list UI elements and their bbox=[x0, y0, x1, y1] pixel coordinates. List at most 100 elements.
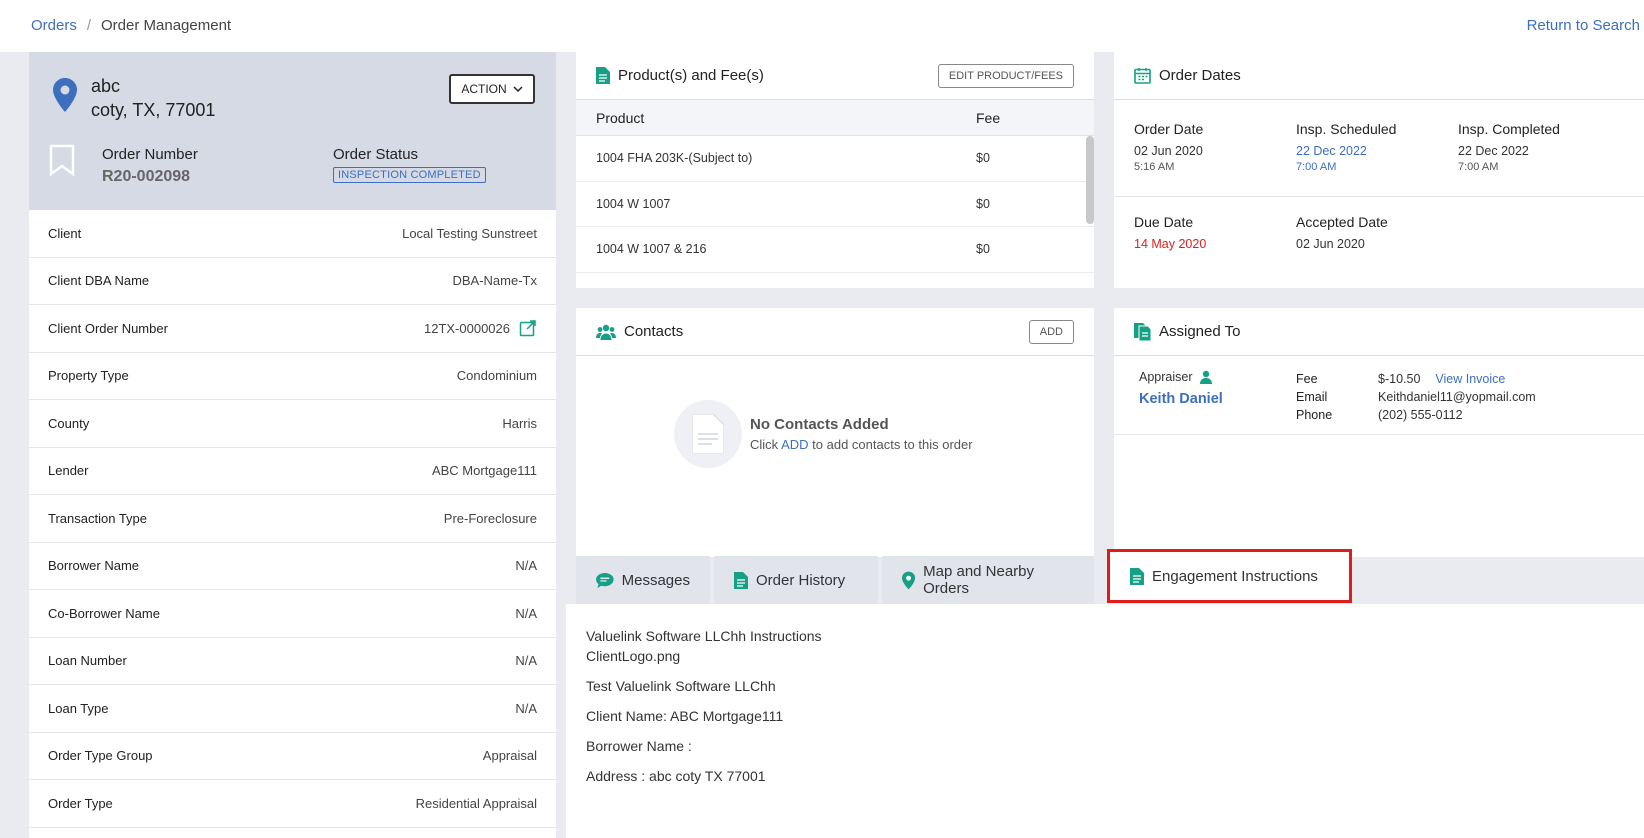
order-status-badge: INSPECTION COMPLETED bbox=[333, 167, 486, 183]
insp-scheduled-group: Insp. Scheduled 22 Dec 2022 7:00 AM bbox=[1296, 121, 1396, 173]
appraiser-name-link[interactable]: Keith Daniel bbox=[1139, 391, 1223, 407]
property-header: abc coty, TX, 77001 ACTION Order Number … bbox=[29, 52, 556, 210]
insp-scheduled-date-link[interactable]: 22 Dec 2022 bbox=[1296, 144, 1396, 158]
contacts-header: Contacts ADD bbox=[576, 308, 1094, 356]
due-date-value: 14 May 2020 bbox=[1134, 237, 1207, 251]
empty-document-icon bbox=[674, 400, 742, 468]
address-line-2: coty, TX, 77001 bbox=[91, 100, 216, 120]
action-dropdown-button[interactable]: ACTION bbox=[449, 74, 535, 104]
phone-value: (202) 555-0112 bbox=[1378, 408, 1463, 422]
divider bbox=[1114, 434, 1644, 435]
phone-label: Phone bbox=[1296, 408, 1333, 422]
document-icon bbox=[1130, 567, 1144, 585]
assigned-to-header: Assigned To bbox=[1114, 308, 1644, 356]
external-link-icon[interactable] bbox=[519, 319, 537, 337]
accepted-date-group: Accepted Date 02 Jun 2020 bbox=[1296, 214, 1388, 251]
detail-value: Appraisal bbox=[482, 748, 537, 764]
return-to-search-link[interactable]: Return to Search bbox=[1527, 17, 1640, 34]
assigned-values: $-10.50 View Invoice Keithdaniel11@yopmai… bbox=[1378, 370, 1536, 424]
order-number-label: Order Number bbox=[102, 146, 198, 163]
tab-order-history[interactable]: Order History bbox=[714, 556, 878, 604]
detail-label: Loan Number bbox=[48, 653, 127, 669]
detail-label: Client DBA Name bbox=[48, 273, 150, 289]
products-table-header: Product Fee bbox=[576, 100, 1094, 136]
email-value: Keithdaniel11@yopmail.com bbox=[1378, 390, 1536, 404]
chat-bubble-icon bbox=[596, 572, 614, 588]
detail-label: Borrower Name bbox=[48, 558, 140, 574]
fee-value: $-10.50 bbox=[1378, 372, 1421, 386]
detail-row-lender: Lender ABC Mortgage111 bbox=[29, 448, 556, 495]
view-invoice-link[interactable]: View Invoice bbox=[1435, 372, 1505, 386]
appraiser-role: Appraiser bbox=[1139, 370, 1213, 384]
insp-completed-label: Insp. Completed bbox=[1458, 121, 1560, 137]
detail-label: Property Type bbox=[48, 368, 129, 384]
detail-row-property-type: Property Type Condominium bbox=[29, 353, 556, 400]
detail-row-order-type: Order Type Residential Appraisal bbox=[29, 780, 556, 828]
engagement-instructions-content: Valuelink Software LLChh Instructions Cl… bbox=[566, 604, 1644, 838]
tab-messages[interactable]: Messages bbox=[576, 556, 710, 604]
address-line-1: abc bbox=[91, 76, 121, 96]
edit-product-fees-button[interactable]: EDIT PRODUCT/FEES bbox=[937, 64, 1074, 88]
add-contact-link[interactable]: ADD bbox=[781, 437, 808, 452]
product-name: 1004 W 1007 bbox=[596, 196, 671, 211]
detail-value: 12TX-0000026 bbox=[423, 320, 510, 336]
detail-value: N/A bbox=[515, 605, 537, 621]
detail-value: Harris bbox=[502, 415, 537, 431]
role-label: Appraiser bbox=[1139, 370, 1193, 384]
detail-row-order-type-group: Order Type Group Appraisal bbox=[29, 733, 556, 780]
breadcrumb-orders-link[interactable]: Orders bbox=[31, 17, 77, 34]
top-bar: Orders / Order Management Return to Search bbox=[0, 0, 1644, 52]
tab-engagement-instructions[interactable]: Engagement Instructions bbox=[1107, 549, 1352, 603]
products-title: Product(s) and Fee(s) bbox=[618, 67, 764, 84]
detail-value: Residential Appraisal bbox=[415, 795, 537, 811]
detail-value: N/A bbox=[515, 653, 537, 669]
detail-value: N/A bbox=[515, 558, 537, 574]
detail-row-client-dba: Client DBA Name DBA-Name-Tx bbox=[29, 258, 556, 305]
product-name: 1004 FHA 203K-(Subject to) bbox=[596, 151, 753, 166]
detail-value: N/A bbox=[515, 700, 537, 716]
tab-label: Messages bbox=[621, 571, 690, 589]
location-pin-icon bbox=[53, 78, 77, 112]
detail-label: Order Type bbox=[48, 795, 113, 811]
assigned-to-card: Assigned To Appraiser Keith Daniel Fee E… bbox=[1114, 308, 1644, 557]
insp-completed-time: 7:00 AM bbox=[1458, 161, 1499, 173]
tab-map-nearby-orders[interactable]: Map and Nearby Orders bbox=[882, 556, 1094, 604]
due-date-group: Due Date 14 May 2020 bbox=[1134, 214, 1206, 251]
order-details-list: Client Local Testing Sunstreet Client DBA… bbox=[29, 210, 556, 828]
calendar-icon bbox=[1134, 68, 1151, 84]
product-name: 1004 W 1007 & 216 bbox=[596, 242, 707, 257]
detail-row-client: Client Local Testing Sunstreet bbox=[29, 210, 556, 258]
tab-label: Engagement Instructions bbox=[1152, 567, 1318, 585]
document-icon bbox=[596, 67, 610, 84]
add-contact-button[interactable]: ADD bbox=[1028, 320, 1074, 344]
products-scrollbar[interactable] bbox=[1086, 136, 1094, 224]
products-card: Product(s) and Fee(s) EDIT PRODUCT/FEES … bbox=[576, 52, 1094, 288]
detail-row-co-borrower-name: Co-Borrower Name N/A bbox=[29, 590, 556, 638]
detail-label: Co-Borrower Name bbox=[48, 605, 160, 621]
detail-value: ABC Mortgage111 bbox=[431, 463, 537, 479]
detail-label: County bbox=[48, 415, 90, 431]
bookmark-icon[interactable] bbox=[49, 144, 75, 176]
contacts-card: Contacts ADD No Contacts Added Click ADD… bbox=[576, 308, 1094, 557]
documents-icon bbox=[1134, 322, 1151, 341]
empty-pre-text: Click bbox=[750, 437, 779, 452]
order-time-value: 5:16 AM bbox=[1134, 161, 1175, 173]
detail-row-client-order-number: Client Order Number 12TX-0000026 bbox=[29, 305, 556, 353]
email-label: Email bbox=[1296, 390, 1328, 404]
detail-row-transaction-type: Transaction Type Pre-Foreclosure bbox=[29, 495, 556, 543]
instruction-line: Address : abc coty TX 77001 bbox=[586, 768, 766, 784]
instruction-line: Test Valuelink Software LLChh bbox=[586, 678, 776, 694]
col-product: Product bbox=[596, 109, 645, 126]
accepted-date-label: Accepted Date bbox=[1296, 214, 1388, 230]
order-date-label: Order Date bbox=[1134, 121, 1204, 137]
instruction-line: ClientLogo.png bbox=[586, 648, 681, 664]
instruction-line: Valuelink Software LLChh Instructions bbox=[586, 628, 822, 644]
order-dates-header: Order Dates bbox=[1114, 52, 1644, 100]
accepted-date-value: 02 Jun 2020 bbox=[1296, 237, 1365, 251]
detail-value: Condominium bbox=[456, 368, 537, 384]
tab-label: Order History bbox=[756, 571, 846, 589]
detail-label: Client bbox=[48, 225, 82, 241]
products-card-header: Product(s) and Fee(s) EDIT PRODUCT/FEES bbox=[576, 52, 1094, 100]
col-fee: Fee bbox=[976, 109, 1001, 126]
users-icon bbox=[596, 324, 616, 340]
